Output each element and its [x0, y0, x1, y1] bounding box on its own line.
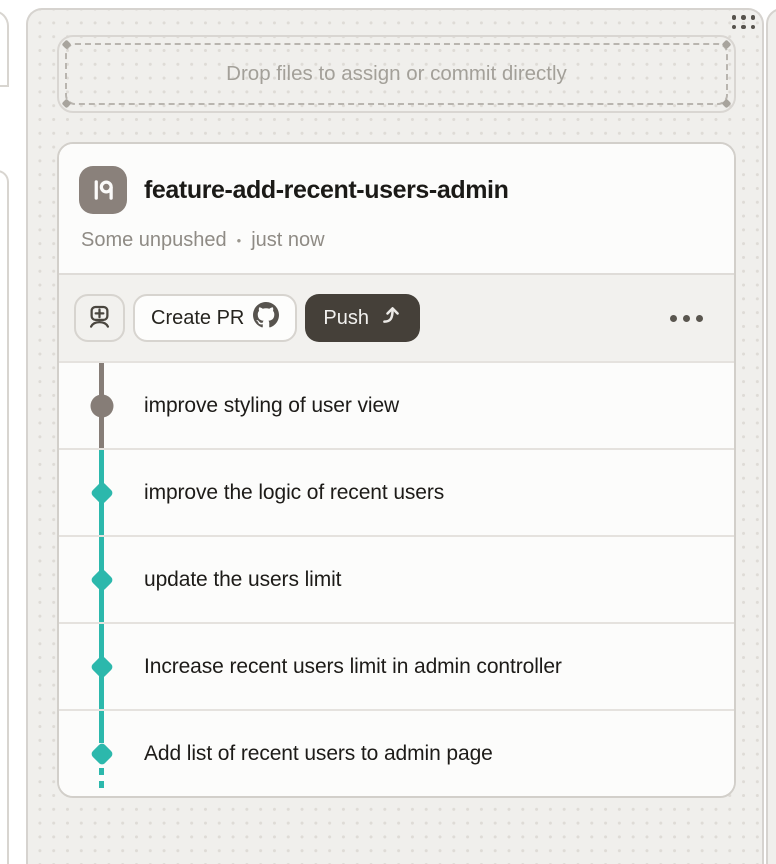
ellipsis-icon: [670, 315, 677, 322]
push-label: Push: [323, 307, 369, 330]
commit-marker-icon: [90, 394, 113, 417]
branch-name: feature-add-recent-users-admin: [144, 176, 508, 205]
create-pr-button[interactable]: Create PR: [133, 294, 297, 342]
commit-title: Add list of recent users to admin page: [144, 742, 493, 766]
corner-dot-icon: [62, 99, 72, 109]
branch-card: feature-add-recent-users-admin Some unpu…: [57, 142, 736, 798]
commit-marker-icon: [89, 741, 113, 765]
file-drop-zone-dashed-area: Drop files to assign or commit directly: [65, 43, 728, 105]
drag-grip-dots-icon[interactable]: [732, 15, 756, 29]
separator-dot: •: [237, 234, 242, 247]
commit-rail-line: [99, 711, 104, 743]
commit-title: improve styling of user view: [144, 394, 399, 418]
adjacent-panel-top: [0, 10, 9, 87]
branch-updated-time: just now: [251, 229, 324, 252]
commit-rail-dotted-line: [99, 768, 104, 794]
file-drop-zone[interactable]: Drop files to assign or commit directly: [57, 35, 736, 113]
branch-card-header[interactable]: feature-add-recent-users-admin Some unpu…: [59, 144, 734, 273]
commit-marker-icon: [89, 480, 113, 504]
arrow-up-curve-icon: [380, 304, 402, 332]
commit-row[interactable]: improve the logic of recent users: [59, 448, 734, 535]
branch-menu-button[interactable]: [666, 307, 707, 330]
new-commit-icon: [86, 303, 113, 333]
commit-row[interactable]: update the users limit: [59, 535, 734, 622]
commit-row[interactable]: Increase recent users limit in admin con…: [59, 622, 734, 709]
new-commit-button[interactable]: [74, 294, 125, 342]
corner-dot-icon: [62, 40, 72, 50]
commit-title: update the users limit: [144, 568, 341, 592]
github-icon: [253, 302, 279, 334]
branch-toolbar: Create PR Push: [59, 273, 734, 361]
commit-title: improve the logic of recent users: [144, 481, 444, 505]
branch-icon: [79, 166, 127, 214]
branch-lane: Drop files to assign or commit directly …: [26, 8, 764, 864]
commit-title: Increase recent users limit in admin con…: [144, 655, 562, 679]
commit-marker-icon: [89, 654, 113, 678]
commit-row[interactable]: improve styling of user view: [59, 361, 734, 448]
adjacent-lane-right: [766, 8, 776, 864]
corner-dot-icon: [722, 99, 732, 109]
commit-marker-icon: [89, 567, 113, 591]
create-pr-label: Create PR: [151, 307, 244, 330]
adjacent-panel-bottom: [0, 170, 9, 864]
commit-row[interactable]: Add list of recent users to admin page: [59, 709, 734, 796]
drop-zone-label: Drop files to assign or commit directly: [226, 62, 567, 86]
push-button[interactable]: Push: [305, 294, 420, 342]
corner-dot-icon: [722, 40, 732, 50]
commit-list: improve styling of user view improve the…: [59, 361, 734, 796]
branch-status: Some unpushed: [81, 229, 227, 252]
